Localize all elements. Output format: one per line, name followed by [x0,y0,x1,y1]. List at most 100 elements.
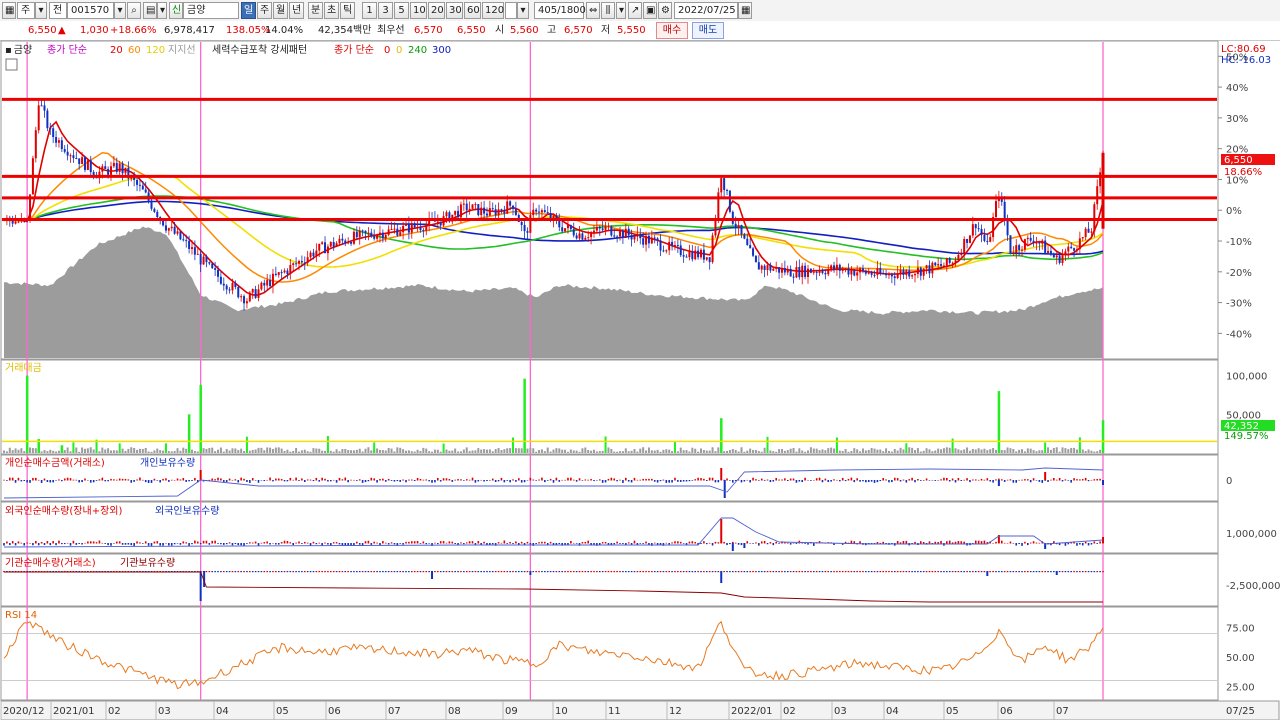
institution-flow-bar [312,571,315,573]
interval-3-button[interactable]: 3 [378,2,393,19]
interval-120-button[interactable]: 120 [482,2,504,19]
institution-flow-bar [1038,571,1041,573]
interval-5-button[interactable]: 5 [394,2,409,19]
menu-grid-icon[interactable]: ▦ [2,2,16,19]
foreign-flow-bar [665,542,668,544]
individual-flow-bar [237,480,240,483]
volume-bar [405,450,408,453]
chevron-down-icon[interactable]: ▾ [157,2,167,19]
draw-line-icon[interactable]: ↗ [628,2,642,19]
type-select[interactable]: 주 [17,2,35,19]
sell-button[interactable]: 매도 [692,22,724,39]
chevron-down-icon[interactable]: ▾ [616,2,626,19]
chevron-down-icon[interactable]: ▾ [35,2,47,19]
gear-icon[interactable]: ⚙ [658,2,672,19]
institution-flow-bar [642,571,644,573]
volume-bar [1006,447,1009,453]
stock-name[interactable]: 금양 [183,2,239,19]
news-icon[interactable]: ▤ [143,2,157,19]
save-icon[interactable]: ▣ [643,2,657,19]
foreign-flow-bar [257,543,260,546]
stock-chart[interactable]: 50%40%30%20%10%0%-10%-20%-30%-40%100,000… [0,40,1280,720]
interval-1-button[interactable]: 1 [362,2,377,19]
candle-body [673,245,676,247]
individual-flow-bar [335,480,338,483]
period-day-button[interactable]: 일 [241,2,256,19]
institution-flow-bar [318,571,321,573]
foreign-flow-bar [202,540,205,544]
interval-input[interactable] [505,2,517,19]
interval-60-button[interactable]: 60 [464,2,481,19]
candle-body [636,233,639,237]
volume-bar [934,450,937,453]
institution-title: 기관순매수량(거래소) [5,557,96,569]
interval-30-button[interactable]: 30 [446,2,463,19]
institution-flow-bar [830,571,832,573]
foreign-flow-bar [179,543,182,545]
institution-flow-spike [1055,571,1058,575]
stock-code-input[interactable]: 001570 [67,2,114,19]
institution-flow-bar [225,571,228,573]
calendar-icon[interactable]: ▦ [738,2,752,19]
chevron-down-icon[interactable]: ▾ [114,2,126,19]
individual-flow-bar [584,479,587,481]
volume-bar-spike [1078,437,1081,453]
period-minute-button[interactable]: 분 [308,2,323,19]
period-second-button[interactable]: 초 [324,2,339,19]
bars-icon[interactable]: ⫼ [601,2,615,19]
individual-flow-bar [700,478,702,481]
individual-flow-bar [572,479,575,481]
foreign-flow-bar [390,542,393,544]
individual-flow-bar [552,480,555,483]
search-icon[interactable]: ⌕ [127,2,141,19]
volume-bar [364,448,367,453]
period-tick-button[interactable]: 틱 [340,2,355,19]
volume-bar [566,451,569,453]
individual-flow-bar [168,480,170,482]
institution-flow-bar [367,571,370,573]
volume-bar [711,447,714,453]
interval-20-button[interactable]: 20 [428,2,445,19]
volume-bar [509,448,512,453]
volume-bar [650,450,653,453]
scope-select[interactable]: 전 [49,2,67,19]
institution-flow-spike [431,571,434,579]
institution-flow-bar [393,571,396,573]
institution-flow-bar [781,571,783,573]
interval-10-button[interactable]: 10 [410,2,427,19]
foreign-flow-bar [789,543,792,545]
individual-flow-bar [974,479,977,481]
buy-button[interactable]: 매수 [656,22,688,39]
candle-body [856,272,859,276]
period-year-button[interactable]: 년 [289,2,304,19]
candle-body [1096,186,1099,205]
volume-bar [55,451,58,453]
volume-bar [451,450,454,453]
table-icon[interactable] [5,58,18,71]
volume-bar-spike [1101,420,1105,453]
individual-flow-bar [541,477,543,481]
foreign-flow-bar [922,541,925,544]
individual-flow-bar [972,479,974,481]
foreign-flow-bar [529,543,532,545]
volume-bar [491,451,494,453]
date-input[interactable]: 2022/07/25 [674,2,738,19]
institution-flow-bar [457,571,459,573]
institution-flow-bar [1087,571,1090,573]
individual-flow-bar [558,480,561,482]
institution-flow-bar [500,571,503,573]
volume-bar [297,451,300,453]
period-month-button[interactable]: 월 [273,2,288,19]
candle-body [723,178,726,190]
foreign-flow-bar [726,543,728,546]
foreign-flow-bar [535,543,537,545]
foreign-flow-bar [804,543,806,544]
volume-bar [613,451,616,453]
zoom-arrows-icon[interactable]: ⇔ [586,2,600,19]
institution-flow-bar [815,571,818,573]
foreign-flow-bar [601,542,604,544]
period-week-button[interactable]: 주 [257,2,272,19]
chevron-down-icon[interactable]: ▾ [517,2,529,19]
institution-flow-bar [463,571,465,573]
institution-flow-bar [954,571,957,573]
